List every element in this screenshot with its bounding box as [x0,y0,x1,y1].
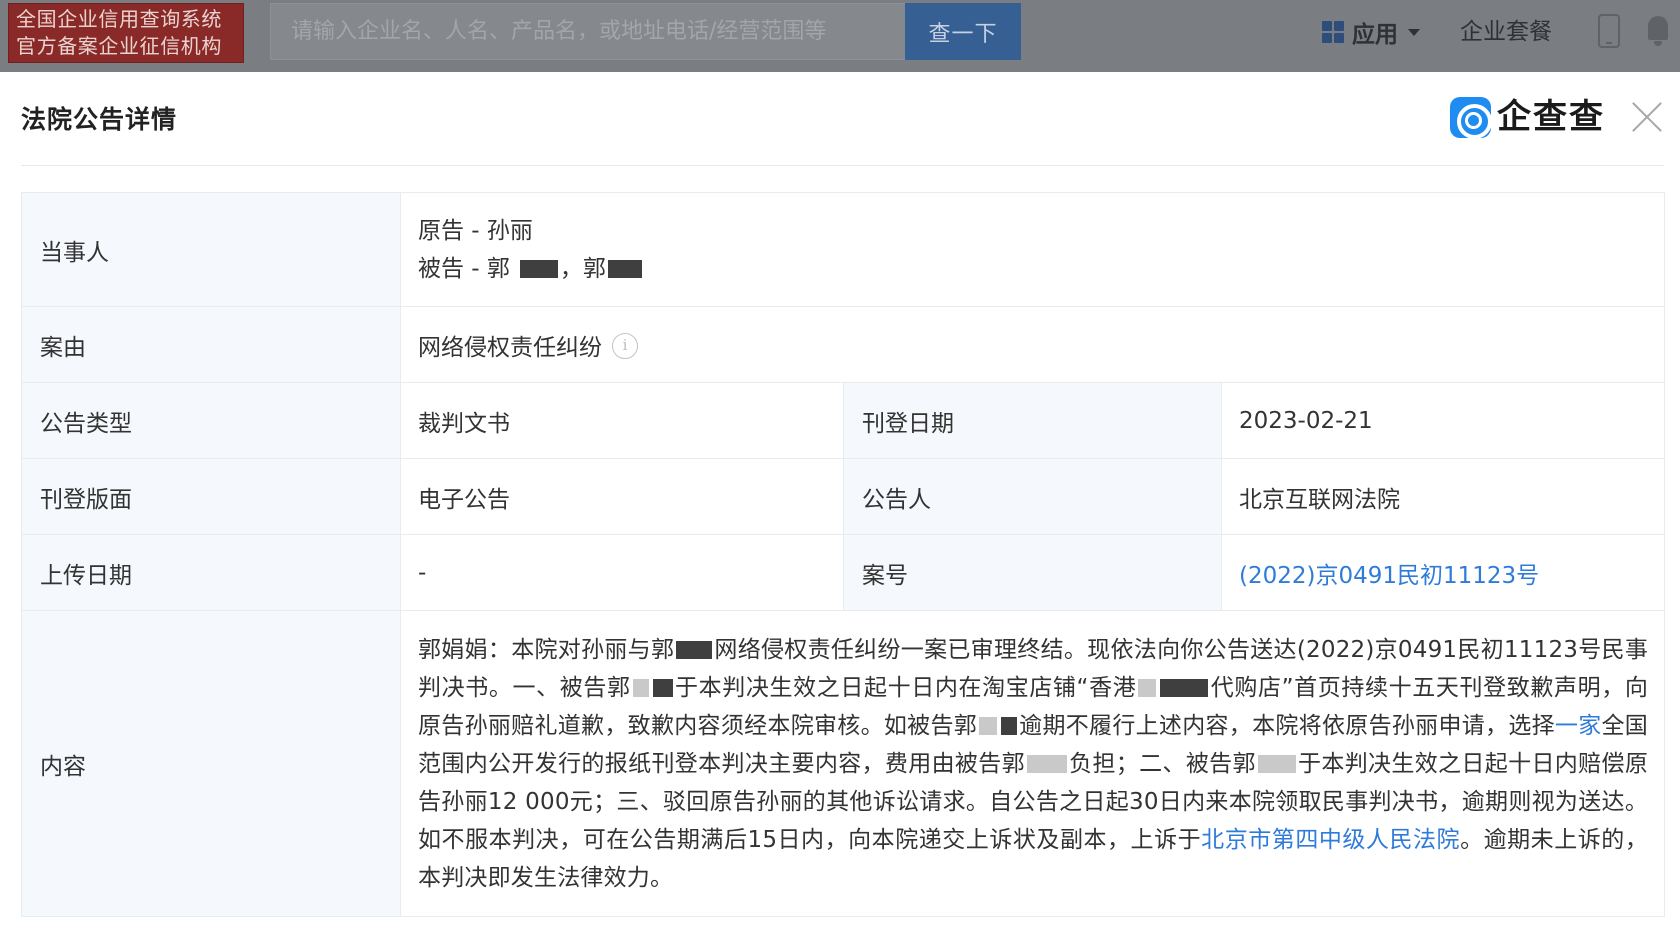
brand-badge[interactable]: 全国企业信用查询系统 官方备案企业征信机构 [8,3,244,63]
table-row: 内容 郭娟娟：本院对孙丽与郭 网络侵权责任纠纷一案已审理终结。现依法向你公告送达(… [21,610,1666,917]
party-label: 当事人 [21,192,401,307]
type-value: 裁判文书 [400,382,844,459]
cause-text: 网络侵权责任纠纷 [418,334,602,361]
caseno-label: 案号 [843,534,1222,611]
section-label: 刊登版面 [21,458,401,535]
redaction-mark [979,717,998,735]
chevron-down-icon [1408,28,1420,36]
search-input[interactable] [270,3,906,60]
court-link[interactable]: 北京市第四中级人民法院 [1201,827,1460,853]
qichacha-logo: 企查查 [1450,95,1605,139]
table-row: 案由 网络侵权责任纠纷 i [21,306,1666,383]
redaction-mark [1257,755,1296,773]
notice-detail-table: 当事人 原告 - 孙丽 被告 - 郭 ，郭 案由 网络侵权责任纠纷 i 公告类型 裁… [21,192,1666,917]
content-segment: 负担；二、被告郭 [1068,750,1256,777]
apps-menu[interactable]: 应用 [1322,14,1420,50]
apps-label: 应用 [1352,22,1398,48]
content-segment: 逾期不履行上述内容，本院将依原告孙丽申请，选择 [1019,712,1555,739]
plaintiff: 原告 - 孙丽 [418,217,533,244]
table-row: 当事人 原告 - 孙丽 被告 - 郭 ，郭 [21,192,1666,307]
apps-grid-icon [1322,21,1344,43]
redaction-mark [632,679,649,697]
table-row: 上传日期 - 案号 (2022)京0491民初11123号 [21,534,1666,611]
defendant: 被告 - 郭 ，郭 [418,250,1664,288]
title-divider [21,165,1664,166]
cause-value: 网络侵权责任纠纷 i [399,306,1666,383]
content-label: 内容 [21,610,401,917]
content-value: 郭娟娟：本院对孙丽与郭 网络侵权责任纠纷一案已审理终结。现依法向你公告送达(202… [399,610,1666,917]
pubdate-value: 2023-02-21 [1220,382,1666,459]
content-segment: 于本判决生效之日起十日内在淘宝店铺“香港 [674,674,1137,701]
court-notice-modal: 法院公告详情 企查查 当事人 原告 - 孙丽 被告 - 郭 ，郭 案由 网络侵权责… [0,72,1680,948]
top-navigation-bar: 全国企业信用查询系统 官方备案企业征信机构 查一下 应用 企业套餐 [0,0,1680,72]
type-label: 公告类型 [21,382,401,459]
announcer-value: 北京互联网法院 [1220,458,1666,535]
redaction-mark [1001,717,1018,735]
defendant-prefix: 被告 - 郭 [418,255,510,282]
caseno-value: (2022)京0491民初11123号 [1220,534,1666,611]
inline-link[interactable]: 一家 [1555,713,1602,739]
modal-title: 法院公告详情 [21,105,178,134]
bell-icon[interactable] [1646,14,1670,48]
mobile-phone-icon[interactable] [1598,14,1620,48]
redaction-mark [676,641,713,659]
table-row: 公告类型 裁判文书 刊登日期 2023-02-21 [21,382,1666,459]
brand-line-1: 全国企业信用查询系统 [16,7,222,31]
upload-label: 上传日期 [21,534,401,611]
content-segment: 郭娟娟：本院对孙丽与郭 [418,636,675,663]
info-icon[interactable]: i [612,333,638,359]
redaction-mark [1026,755,1067,773]
redaction-mark [607,260,642,278]
party-value: 原告 - 孙丽 被告 - 郭 ，郭 [399,192,1666,307]
redaction-mark [1138,679,1157,697]
table-row: 刊登版面 电子公告 公告人 北京互联网法院 [21,458,1666,535]
section-value: 电子公告 [400,458,844,535]
qichacha-logo-icon [1450,96,1492,139]
redaction-mark [652,679,673,697]
redaction-mark [519,260,558,278]
pubdate-label: 刊登日期 [843,382,1222,459]
redaction-mark [1160,679,1209,697]
brand-line-2: 官方备案企业征信机构 [16,34,222,58]
enterprise-plan-link[interactable]: 企业套餐 [1460,14,1552,50]
logo-text: 企查查 [1497,97,1605,137]
close-icon[interactable] [1630,100,1664,134]
upload-value: - [400,534,844,611]
cause-label: 案由 [21,306,401,383]
announcer-label: 公告人 [843,458,1222,535]
defendant-separator: ，郭 [559,255,606,282]
search-button[interactable]: 查一下 [905,3,1021,60]
case-number-link[interactable]: (2022)京0491民初11123号 [1239,563,1539,589]
notice-content: 郭娟娟：本院对孙丽与郭 网络侵权责任纠纷一案已审理终结。现依法向你公告送达(202… [418,631,1664,897]
